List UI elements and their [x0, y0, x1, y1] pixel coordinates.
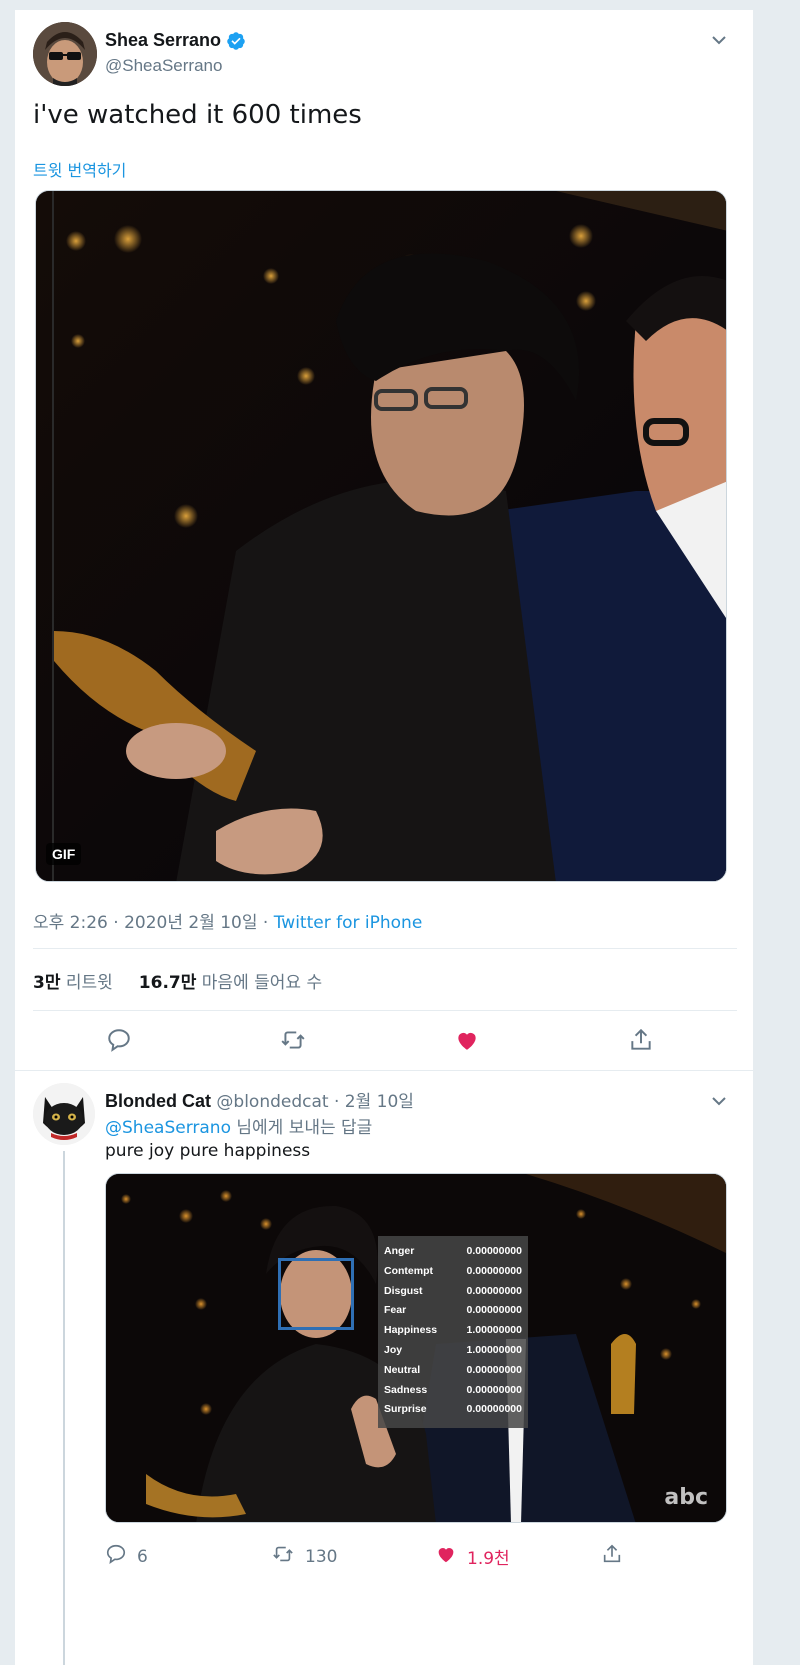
gif-frame-image [36, 191, 726, 881]
broadcast-logo: abc [664, 1485, 708, 1510]
emotion-row: Surprise 0.00000000 [384, 1400, 522, 1420]
divider [33, 948, 737, 949]
chevron-down-icon[interactable] [709, 30, 729, 50]
emotion-label: Sadness [384, 1383, 428, 1396]
emotion-label: Fear [384, 1304, 407, 1317]
retweets-stat[interactable]: 3만 리트윗 [33, 968, 113, 993]
timeline-card: Shea Serrano @SheaSerrano i've watched i… [14, 10, 754, 1665]
translate-tweet-link[interactable]: 트윗 번역하기 [33, 157, 126, 181]
reply-likes-count: 1.9천 [467, 1549, 510, 1569]
gif-badge: GIF [46, 843, 82, 865]
share-icon[interactable] [623, 1022, 659, 1058]
tweet-meta: 오후 2:26 · 2020년 2월 10일 · Twitter for iPh… [33, 908, 422, 933]
share-icon [601, 1543, 623, 1570]
emotion-label: Joy [384, 1343, 403, 1356]
reply-gif-media[interactable]: Anger 0.00000000 Contempt 0.00000000 Disgu… [105, 1173, 727, 1523]
tweet-stats: 3만 리트윗 16.7만 마음에 들어요 수 [33, 968, 322, 993]
reply-replies-count: 6 [137, 1546, 148, 1567]
emotion-row: Anger 0.00000000 [384, 1242, 522, 1262]
tweet-gif-media[interactable]: GIF [35, 190, 727, 882]
reply-date[interactable]: · 2월 10일 [329, 1092, 414, 1112]
like-heart-icon [435, 1543, 457, 1570]
emotion-value: 0.00000000 [466, 1264, 522, 1277]
emotion-row: Neutral 0.00000000 [384, 1361, 522, 1381]
tweet-actions [15, 1022, 753, 1062]
reply-author-avatar[interactable] [33, 1083, 95, 1145]
reply-actions: 6 130 1.9천 [105, 1543, 727, 1573]
reply-header: Blonded Cat @blondedcat · 2월 10일 [105, 1087, 414, 1112]
face-detection-box [278, 1258, 354, 1330]
emotion-value: 0.00000000 [466, 1284, 522, 1297]
reply-icon [105, 1543, 127, 1570]
emotion-label: Disgust [384, 1284, 423, 1297]
reply-author-handle[interactable]: @blondedcat [216, 1092, 328, 1112]
emotion-label: Happiness [384, 1324, 438, 1337]
emotion-value: 0.00000000 [466, 1245, 522, 1257]
emotion-row: Joy 1.00000000 [384, 1341, 522, 1361]
reply-author-name[interactable]: Blonded Cat [105, 1091, 211, 1111]
emotion-value: 0.00000000 [466, 1383, 522, 1396]
emotion-row: Fear 0.00000000 [384, 1301, 522, 1321]
likes-count: 16.7만 [138, 973, 197, 993]
divider [33, 1010, 737, 1011]
emotion-value: 0.00000000 [466, 1304, 522, 1317]
tweet-text: i've watched it 600 times [33, 100, 362, 130]
tweet-timestamp[interactable]: 오후 2:26 · 2020년 2월 10일 · [33, 913, 274, 933]
reply-reply-button[interactable]: 6 [105, 1543, 148, 1570]
retweets-count: 3만 [33, 973, 61, 993]
chevron-down-icon[interactable] [709, 1091, 729, 1111]
author-name[interactable]: Shea Serrano [105, 30, 246, 51]
reply-retweets-count: 130 [305, 1546, 338, 1567]
author-name-text[interactable]: Shea Serrano [105, 30, 221, 51]
emotion-scores-panel: Anger 0.00000000 Contempt 0.00000000 Disgu… [378, 1236, 528, 1428]
likes-label: 마음에 들어요 수 [201, 973, 323, 993]
reply-icon[interactable] [101, 1022, 137, 1058]
emotion-value: 1.00000000 [466, 1324, 522, 1337]
reply-to-line: @SheaSerrano 님에게 보내는 답글 [105, 1113, 372, 1138]
author-handle[interactable]: @SheaSerrano [105, 56, 222, 76]
tweet-source[interactable]: Twitter for iPhone [274, 913, 423, 933]
emotion-row: Disgust 0.00000000 [384, 1282, 522, 1302]
reply-text: pure joy pure happiness [105, 1141, 311, 1161]
emotion-label: Contempt [384, 1264, 433, 1277]
reply-retweet-button[interactable]: 130 [271, 1543, 337, 1570]
emotion-label: Neutral [384, 1363, 421, 1376]
reply-share-button[interactable] [601, 1543, 623, 1570]
emotion-row: Happiness 1.00000000 [384, 1321, 522, 1341]
thread-line [63, 1151, 65, 1665]
reply-like-button[interactable]: 1.9천 [435, 1543, 510, 1570]
emotion-label: Anger [384, 1245, 415, 1257]
emotion-value: 0.00000000 [466, 1363, 522, 1376]
retweet-icon [271, 1543, 295, 1570]
emotion-row: Contempt 0.00000000 [384, 1262, 522, 1282]
reply-to-mention[interactable]: @SheaSerrano [105, 1118, 231, 1138]
emotion-row: Sadness 0.00000000 [384, 1381, 522, 1401]
verified-badge-icon [226, 31, 246, 51]
reply-to-suffix: 님에게 보내는 답글 [230, 1118, 373, 1138]
emotion-value: 1.00000000 [466, 1343, 522, 1356]
retweets-label: 리트윗 [65, 973, 113, 993]
emotion-value: 0.00000000 [466, 1403, 522, 1416]
reply-tweet: Blonded Cat @blondedcat · 2월 10일 @SheaSe… [15, 1073, 753, 1665]
divider [15, 1070, 753, 1071]
likes-stat[interactable]: 16.7만 마음에 들어요 수 [139, 968, 322, 993]
like-heart-icon[interactable] [449, 1022, 485, 1058]
author-avatar[interactable] [33, 22, 97, 86]
retweet-icon[interactable] [275, 1022, 311, 1058]
emotion-label: Surprise [384, 1403, 427, 1416]
